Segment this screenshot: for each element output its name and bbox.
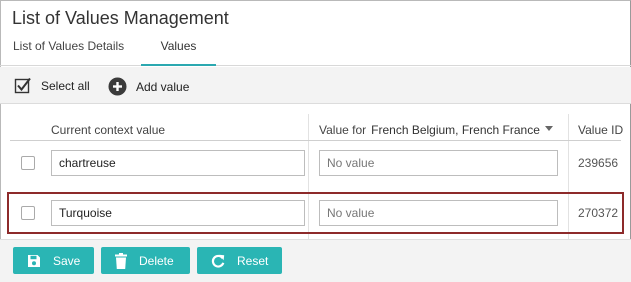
- delete-button[interactable]: Delete: [101, 247, 190, 274]
- footer-actions: Save Delete Reset: [0, 239, 631, 282]
- column-header-value-id[interactable]: Value ID: [578, 123, 623, 137]
- column-header-current-context[interactable]: Current context value: [51, 123, 165, 137]
- reset-button[interactable]: Reset: [197, 247, 282, 274]
- plus-circle-icon: [108, 77, 127, 96]
- caret-down-icon[interactable]: [544, 126, 553, 132]
- add-value-button[interactable]: Add value: [108, 77, 189, 96]
- language-selector[interactable]: French Belgium, French France: [371, 123, 540, 137]
- row-checkbox[interactable]: [21, 156, 35, 170]
- select-all-button[interactable]: Select all: [14, 77, 90, 95]
- toolbar: Select all Add value: [0, 67, 631, 104]
- column-header-value-for[interactable]: Value for French Belgium, French France: [319, 123, 553, 137]
- header-divider: [10, 140, 621, 141]
- select-all-label: Select all: [41, 79, 90, 93]
- context-value-input[interactable]: chartreuse: [51, 150, 305, 176]
- value-id: 239656: [578, 156, 619, 170]
- page-title: List of Values Management: [12, 8, 229, 28]
- add-value-label: Add value: [136, 79, 190, 94]
- value-input[interactable]: No value: [319, 150, 558, 176]
- refresh-icon: [211, 254, 225, 268]
- row-highlight-box: [7, 192, 624, 234]
- trash-icon: [115, 252, 127, 269]
- value-for-label: Value for: [319, 123, 367, 137]
- reset-label: Reset: [237, 253, 269, 268]
- tab-list-of-values-details[interactable]: List of Values Details: [13, 39, 124, 66]
- delete-label: Delete: [139, 253, 174, 268]
- floppy-disk-icon: [28, 254, 40, 267]
- save-label: Save: [53, 253, 81, 268]
- save-button[interactable]: Save: [13, 247, 94, 274]
- tab-bar: List of Values Details Values: [0, 36, 631, 66]
- checkbox-checked-icon: [14, 77, 31, 94]
- tab-values[interactable]: Values: [141, 39, 216, 66]
